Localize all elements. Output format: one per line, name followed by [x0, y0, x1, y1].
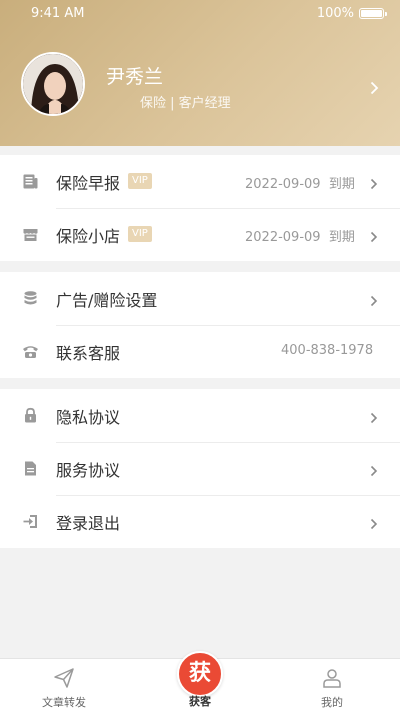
menu-item-label: 联系客服: [56, 344, 121, 363]
menu-item-privacy-policy[interactable]: 隐私协议: [0, 389, 400, 442]
menu-item-label: 隐私协议: [56, 408, 121, 427]
tab-label: 文章转发: [42, 696, 86, 709]
menu-item-label: 保险早报: [56, 174, 121, 193]
menu-item-service-agreement[interactable]: 服务协议: [0, 442, 400, 495]
menu-item-logout[interactable]: 登录退出: [0, 495, 400, 548]
tab-acquire-badge[interactable]: 获: [177, 651, 223, 697]
vip-badge: VIP: [128, 226, 152, 242]
avatar[interactable]: [21, 52, 85, 116]
profile-name: 尹秀兰: [106, 66, 164, 88]
profile-chevron-icon[interactable]: [370, 80, 379, 99]
phone-number: 400-838-1978: [281, 343, 374, 358]
menu-item-customer-service[interactable]: 联系客服 400-838-1978: [0, 325, 400, 378]
chevron-right-icon: [370, 515, 378, 534]
user-icon: [321, 667, 343, 693]
logout-icon: [22, 513, 39, 530]
store-icon: [22, 226, 39, 243]
profile-role: 保险 | 客户经理: [140, 96, 231, 111]
chevron-right-icon: [370, 462, 378, 481]
profile-header: 9:41 AM 100% 尹秀兰 保险 | 客户经理: [0, 0, 400, 146]
legal-group: 隐私协议 服务协议 登录退出: [0, 389, 400, 548]
battery-percent: 100%: [316, 6, 354, 21]
database-icon: [22, 290, 39, 307]
settings-group: 广告/赠险设置 联系客服 400-838-1978: [0, 272, 400, 378]
expiry-date: 2022-09-09 到期: [245, 177, 355, 192]
chevron-right-icon: [370, 409, 378, 428]
menu-item-label: 服务协议: [56, 461, 121, 480]
menu-item-label: 广告/赠险设置: [56, 291, 158, 310]
document-icon: [22, 460, 39, 477]
battery-icon: [359, 8, 387, 19]
menu-item-label: 登录退出: [56, 514, 121, 533]
services-group: 保险早报 VIP 2022-09-09 到期 保险小店 VIP 2022-09-…: [0, 155, 400, 261]
send-icon: [53, 667, 75, 693]
status-bar: 9:41 AM 100%: [0, 0, 400, 26]
chevron-right-icon: [370, 292, 378, 311]
menu-item-label: 保险小店: [56, 227, 121, 246]
menu-item-insurance-shop[interactable]: 保险小店 VIP 2022-09-09 到期: [0, 208, 400, 261]
newspaper-icon: [22, 173, 39, 190]
phone-icon: [22, 343, 39, 360]
menu-item-insurance-morning-report[interactable]: 保险早报 VIP 2022-09-09 到期: [0, 155, 400, 208]
chevron-right-icon: [370, 175, 378, 194]
vip-badge: VIP: [128, 173, 152, 189]
chevron-right-icon: [370, 228, 378, 247]
tab-article-share[interactable]: 文章转发: [24, 659, 104, 711]
status-time: 9:41 AM: [31, 6, 85, 21]
tab-mine[interactable]: 我的: [292, 659, 372, 711]
expiry-date: 2022-09-09 到期: [245, 230, 355, 245]
tab-label: 我的: [321, 696, 343, 709]
menu-item-ad-gift-settings[interactable]: 广告/赠险设置: [0, 272, 400, 325]
lock-icon: [22, 407, 39, 424]
tab-acquire-label[interactable]: 获客: [160, 693, 240, 709]
